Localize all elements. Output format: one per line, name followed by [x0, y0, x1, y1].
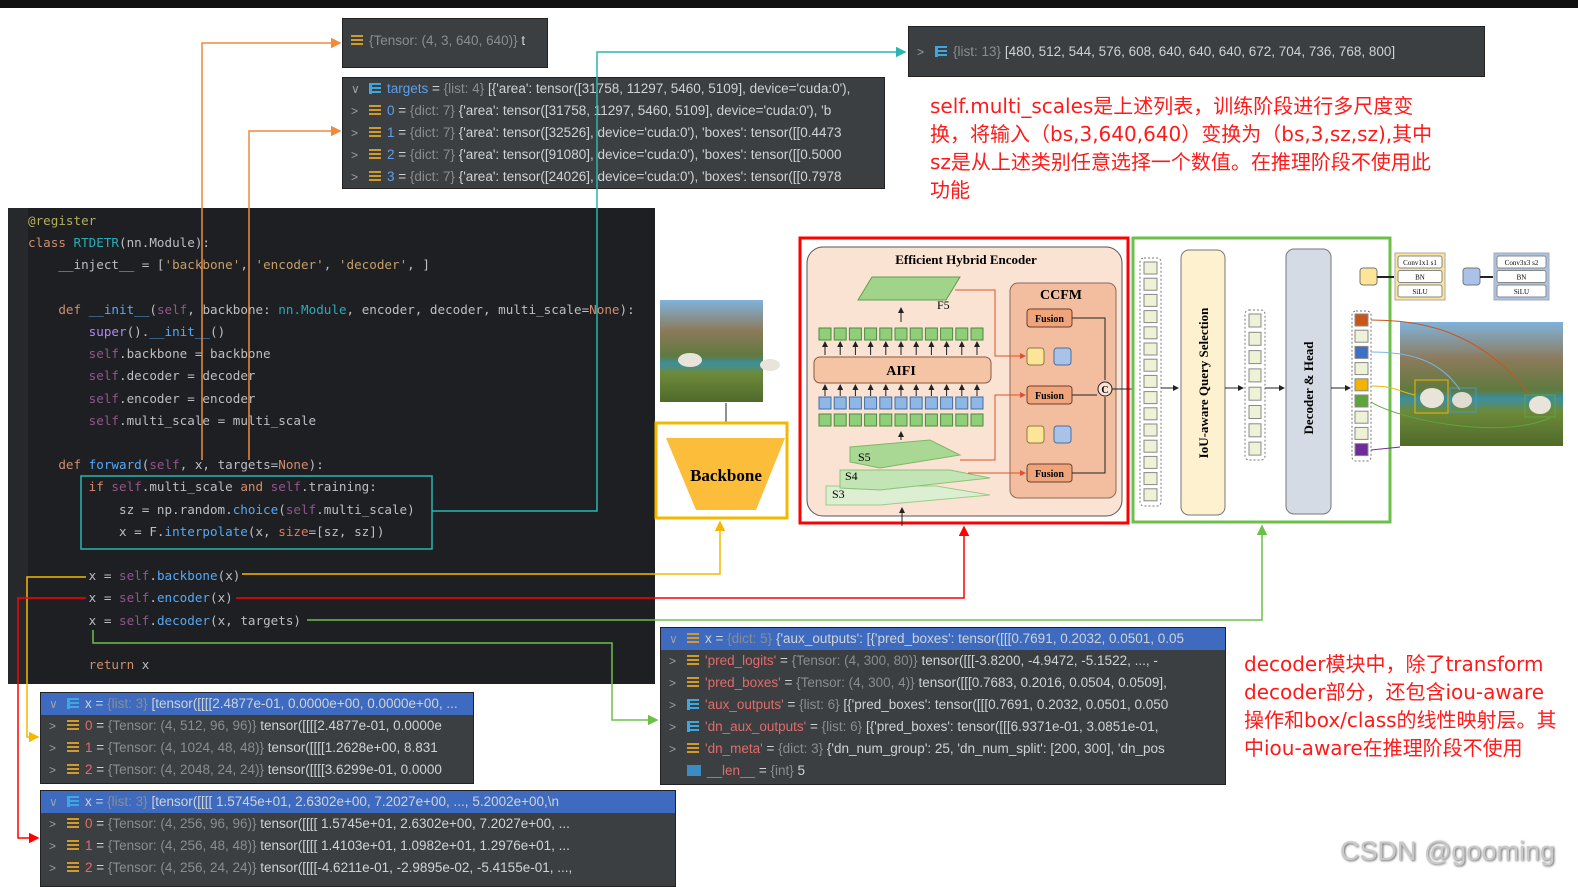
output-query — [1354, 394, 1369, 408]
token-square — [894, 327, 908, 341]
s4-label: S4 — [845, 469, 858, 483]
backbone-label: Backbone — [690, 466, 762, 485]
token-square — [864, 327, 878, 341]
token-square — [833, 327, 847, 341]
encoder-token — [1143, 310, 1158, 324]
encoder-token — [1143, 455, 1158, 469]
token-square — [879, 327, 893, 341]
sheep-icon — [760, 359, 780, 371]
query-token — [1248, 386, 1262, 401]
s5-label: S5 — [858, 450, 871, 464]
output-query — [1354, 329, 1369, 343]
token-square — [879, 413, 893, 427]
encoder-token — [1143, 293, 1158, 307]
encoder-token — [1143, 472, 1158, 486]
rtdetr-diagram: Backbone Efficient Hybrid Encoder F5 AIF… — [654, 236, 1563, 526]
legend-label: SiLU — [1514, 288, 1529, 296]
decoder-head-label: Decoder & Head — [1301, 341, 1316, 435]
output-query — [1354, 345, 1369, 359]
encoder-title: Efficient Hybrid Encoder — [895, 252, 1037, 267]
token-square — [833, 413, 847, 427]
legend-label: BN — [1517, 274, 1527, 282]
token-square — [924, 327, 938, 341]
pos-embed-square — [848, 396, 862, 410]
output-query — [1354, 378, 1369, 392]
query-token — [1248, 441, 1262, 456]
encoder-token — [1143, 488, 1158, 502]
pos-embed-square — [970, 396, 984, 410]
pos-embed-square — [818, 396, 832, 410]
query-token — [1248, 350, 1262, 365]
concat-label: C — [1101, 385, 1108, 396]
encoder-token — [1143, 342, 1158, 356]
encoder-token — [1143, 358, 1158, 372]
pos-embed-square — [924, 396, 938, 410]
token-square — [970, 327, 984, 341]
f5-feature-map — [857, 276, 961, 301]
pos-embed-square — [833, 396, 847, 410]
legend-label: Conv3x3 s2 — [1505, 259, 1539, 267]
pos-embed-square — [909, 396, 923, 410]
encoder-token — [1143, 326, 1158, 340]
f5-label: F5 — [937, 298, 950, 312]
pos-embed-square — [955, 396, 969, 410]
token-square — [848, 413, 862, 427]
query-selection-label: IoU-aware Query Selection — [1196, 307, 1211, 458]
query-token — [1248, 331, 1262, 346]
fusion-label: Fusion — [1035, 391, 1064, 402]
query-token — [1248, 368, 1262, 383]
query-token — [1248, 423, 1262, 438]
token-square — [909, 327, 923, 341]
encoder-token — [1143, 439, 1158, 453]
query-token — [1248, 405, 1262, 419]
ccfm-label: CCFM — [1040, 288, 1082, 303]
pos-embed-square — [940, 396, 954, 410]
token-square — [818, 413, 832, 427]
input-image — [660, 300, 763, 402]
token-square — [970, 413, 984, 427]
token-square — [924, 413, 938, 427]
token-square — [864, 413, 878, 427]
query-token — [1248, 313, 1262, 328]
output-query — [1354, 426, 1369, 440]
s3-label: S3 — [832, 487, 845, 501]
token-square — [940, 327, 954, 341]
token-square — [894, 413, 908, 427]
encoder-token — [1143, 391, 1158, 405]
pos-embed-square — [894, 396, 908, 410]
legend-label: SiLU — [1412, 288, 1427, 296]
legend-label: BN — [1415, 274, 1425, 282]
output-query — [1354, 362, 1369, 376]
pos-embed-square — [879, 396, 893, 410]
encoder-token — [1143, 423, 1158, 437]
legend-label: Conv1x1 s1 — [1403, 259, 1437, 267]
token-square — [955, 327, 969, 341]
token-square — [848, 327, 862, 341]
encoder-token — [1143, 407, 1158, 421]
output-query — [1354, 410, 1369, 424]
encoder-token — [1143, 261, 1158, 275]
fusion-label: Fusion — [1035, 314, 1064, 325]
fusion-label: Fusion — [1035, 469, 1064, 480]
output-query — [1354, 443, 1369, 457]
aifi-label: AIFI — [886, 364, 916, 379]
token-square — [940, 413, 954, 427]
token-square — [909, 413, 923, 427]
sheep-icon — [678, 353, 702, 367]
legend-yellow-block — [1359, 267, 1378, 286]
encoder-token — [1143, 277, 1158, 291]
output-query — [1354, 313, 1369, 327]
token-square — [955, 413, 969, 427]
legend-blue-block — [1462, 267, 1481, 286]
pos-embed-square — [864, 396, 878, 410]
encoder-token — [1143, 374, 1158, 388]
token-square — [818, 327, 832, 341]
